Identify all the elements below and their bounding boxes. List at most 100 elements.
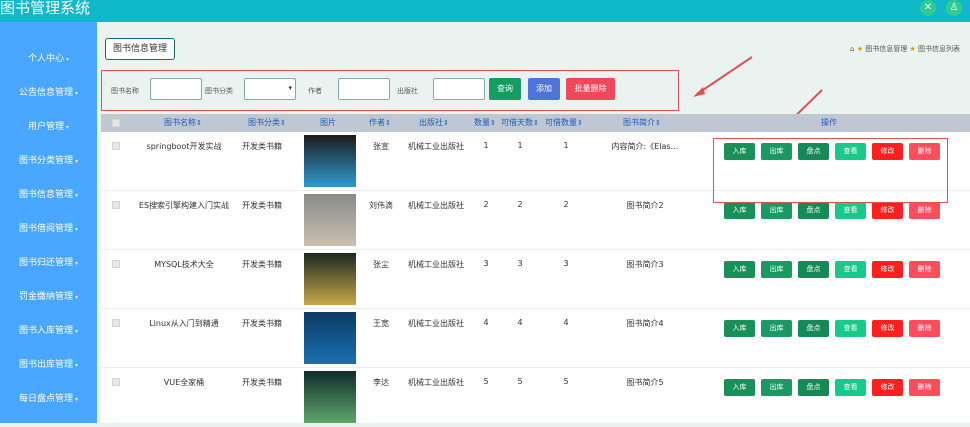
sidebar-item-personal[interactable]: 个人中心 ▾ — [0, 49, 97, 69]
book-borrow-count-cell: 4 — [563, 318, 569, 327]
author-label: 作者 — [308, 87, 322, 95]
sidebar-item-label: 图书出库管理 — [18, 360, 73, 370]
book-cover-image — [304, 371, 356, 423]
table-row: VUE全家桶 开发类书籍 李达 机械工业出版社 5 5 5 图书简介5 入库 出库 盘点 查看 修改 删除 — [101, 369, 970, 427]
check-button[interactable]: 盘点 — [798, 320, 829, 337]
select-all-checkbox[interactable] — [112, 119, 120, 127]
view-button[interactable]: 查看 — [835, 202, 866, 219]
book-borrow-days-cell: 4 — [517, 318, 523, 327]
sidebar-item-label: 图书分类管理 — [18, 156, 73, 166]
book-author-cell: 张宣 — [373, 142, 389, 151]
header-borrow-days[interactable]: 可借天数⇕ — [501, 114, 539, 132]
chevron-down-icon: ▾ — [75, 328, 79, 335]
author-input[interactable] — [338, 78, 390, 100]
publisher-input[interactable] — [433, 78, 485, 100]
category-select[interactable]: ▾ — [244, 78, 296, 100]
top-bar: 图书管理系统 ✕ ♙ — [0, 0, 970, 22]
delete-button[interactable]: 删除 — [909, 261, 940, 278]
delete-button[interactable]: 删除 — [909, 202, 940, 219]
edit-button[interactable]: 修改 — [872, 261, 903, 278]
header-image: 图片 — [320, 118, 336, 127]
sidebar-item-book-info[interactable]: 图书信息管理 ▾ — [0, 185, 97, 205]
in-button[interactable]: 入库 — [724, 320, 755, 337]
book-publisher-cell: 机械工业出版社 — [408, 142, 464, 151]
book-quantity-cell: 5 — [483, 377, 489, 386]
header-category[interactable]: 图书分类⇕ — [248, 114, 286, 132]
header-author[interactable]: 作者⇕ — [369, 114, 391, 132]
out-button[interactable]: 出库 — [761, 320, 792, 337]
book-borrow-days-cell: 2 — [517, 200, 523, 209]
edit-button[interactable]: 修改 — [872, 202, 903, 219]
sidebar-item-users[interactable]: 用户管理 ▾ — [0, 117, 97, 137]
sidebar-item-inventory[interactable]: 每日盘点管理 ▾ — [0, 389, 97, 409]
header-intro[interactable]: 图书简介⇕ — [623, 114, 661, 132]
out-button[interactable]: 出库 — [761, 202, 792, 219]
row-checkbox[interactable] — [112, 142, 120, 150]
name-input[interactable] — [150, 78, 202, 100]
header-label: 可借数量 — [545, 118, 577, 127]
book-author-cell: 刘伟滴 — [369, 201, 393, 210]
sidebar-item-notice[interactable]: 公告信息管理 ▾ — [0, 83, 97, 103]
book-name-cell: Linux从入门到精通 — [149, 319, 219, 328]
add-button[interactable]: 添加 — [528, 78, 560, 100]
chevron-down-icon: ▾ — [75, 260, 79, 267]
delete-button[interactable]: 删除 — [909, 379, 940, 396]
sidebar-item-stock-in[interactable]: 图书入库管理 ▾ — [0, 321, 97, 341]
view-button[interactable]: 查看 — [835, 320, 866, 337]
header-label: 图书名称 — [164, 118, 196, 127]
home-icon[interactable]: ⌂ — [850, 45, 854, 53]
in-button[interactable]: 入库 — [724, 202, 755, 219]
book-publisher-cell: 机械工业出版社 — [408, 201, 464, 210]
book-quantity-cell: 4 — [483, 318, 489, 327]
breadcrumb-item[interactable]: 图书信息管理 — [865, 45, 907, 53]
sort-icon: ⇕ — [577, 119, 583, 127]
user-icon[interactable]: ♙ — [946, 0, 962, 16]
header-name[interactable]: 图书名称⇕ — [164, 114, 202, 132]
header-label: 图书分类 — [248, 118, 280, 127]
check-button[interactable]: 盘点 — [798, 261, 829, 278]
header-borrow-count[interactable]: 可借数量⇕ — [545, 114, 583, 132]
row-checkbox[interactable] — [112, 201, 120, 209]
book-borrow-count-cell: 2 — [563, 200, 569, 209]
book-borrow-count-cell: 5 — [563, 377, 569, 386]
sidebar-item-return[interactable]: 图书归还管理 ▾ — [0, 253, 97, 273]
row-checkbox[interactable] — [112, 319, 120, 327]
book-name-cell: MYSQL技术大全 — [154, 260, 214, 269]
out-button[interactable]: 出库 — [761, 379, 792, 396]
tab-book-info[interactable]: 图书信息管理 — [105, 38, 176, 60]
sidebar-item-label: 个人中心 — [27, 54, 64, 64]
expand-icon[interactable]: ✕ — [920, 0, 936, 16]
delete-button[interactable]: 删除 — [909, 320, 940, 337]
book-intro-cell: 图书简介5 — [626, 378, 664, 387]
sidebar-item-label: 图书入库管理 — [18, 326, 73, 336]
header-label: 作者 — [369, 118, 385, 127]
star-icon: ★ — [856, 45, 864, 53]
edit-button[interactable]: 修改 — [872, 379, 903, 396]
batch-delete-button[interactable]: 批量删除 — [566, 78, 615, 100]
row-checkbox[interactable] — [112, 378, 120, 386]
sidebar-item-book-category[interactable]: 图书分类管理 ▾ — [0, 151, 97, 171]
edit-button[interactable]: 修改 — [872, 320, 903, 337]
sidebar-item-fine[interactable]: 罚金缴纳管理 ▾ — [0, 287, 97, 307]
sidebar-item-label: 用户管理 — [27, 122, 64, 132]
sidebar-item-label: 图书借阅管理 — [18, 224, 73, 234]
check-button[interactable]: 盘点 — [798, 202, 829, 219]
query-button[interactable]: 查询 — [489, 78, 521, 100]
view-button[interactable]: 查看 — [835, 379, 866, 396]
view-button[interactable]: 查看 — [835, 261, 866, 278]
book-category-cell: 开发类书籍 — [242, 260, 282, 269]
out-button[interactable]: 出库 — [761, 261, 792, 278]
book-cover-image — [304, 253, 356, 305]
category-label: 图书分类 — [205, 87, 233, 95]
header-quantity[interactable]: 数量⇕ — [474, 114, 496, 132]
book-category-cell: 开发类书籍 — [242, 142, 282, 151]
sort-icon: ⇕ — [385, 119, 391, 127]
row-checkbox[interactable] — [112, 260, 120, 268]
book-publisher-cell: 机械工业出版社 — [408, 260, 464, 269]
in-button[interactable]: 入库 — [724, 379, 755, 396]
header-publisher[interactable]: 出版社⇕ — [419, 114, 449, 132]
sidebar-item-stock-out[interactable]: 图书出库管理 ▾ — [0, 355, 97, 375]
check-button[interactable]: 盘点 — [798, 379, 829, 396]
sidebar-item-borrow[interactable]: 图书借阅管理 ▾ — [0, 219, 97, 239]
in-button[interactable]: 入库 — [724, 261, 755, 278]
